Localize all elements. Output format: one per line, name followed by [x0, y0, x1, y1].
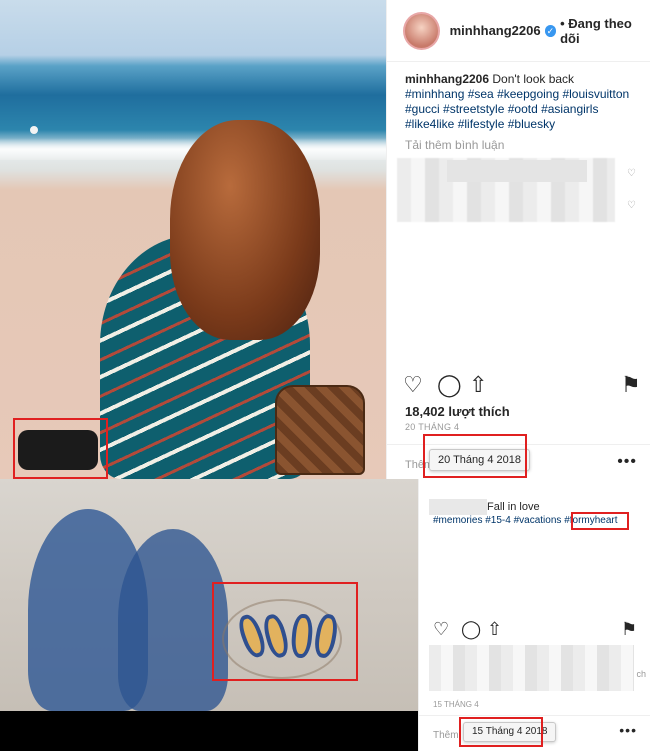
caption: minhhang2206 Don't look back #minhhang #… — [405, 72, 645, 132]
hair — [170, 120, 320, 340]
highlight-box-date — [459, 717, 543, 747]
like-heart-icon[interactable]: ♡ — [403, 372, 423, 398]
verified-badge-icon: ✓ — [544, 24, 557, 37]
hashtags-line-2[interactable]: #gucci #streetstyle #ootd #asiangirls — [405, 102, 598, 116]
caption-text: Don't look back — [492, 72, 575, 86]
hashtags-line-1[interactable]: #minhhang #sea #keepgoing #louisvuitton — [405, 87, 629, 101]
comment-icon[interactable]: ◯ — [437, 372, 462, 398]
blurred-username — [429, 499, 487, 515]
truncated-text: ch — [636, 669, 646, 679]
share-icon[interactable]: ⇧ — [469, 372, 487, 398]
bookmark-icon[interactable]: ⚑ — [621, 619, 637, 640]
swimmer — [30, 126, 38, 134]
like-heart-icon[interactable]: ♡ — [433, 619, 449, 640]
bookmark-icon[interactable]: ⚑ — [621, 372, 641, 398]
comment-like-heart-icon[interactable]: ♡ — [627, 200, 636, 211]
follow-status[interactable]: • Đang theo dõi — [560, 16, 650, 46]
hashtags-text[interactable]: #memories #15-4 #vacations — [433, 515, 561, 526]
blurred-comment-block — [447, 160, 587, 182]
handbag — [275, 385, 365, 475]
more-options-icon[interactable]: ••• — [617, 453, 637, 471]
hashtags-line-3[interactable]: #like4like #lifestyle #bluesky — [405, 117, 555, 131]
post-date[interactable]: 20 THÁNG 4 — [405, 422, 459, 432]
comment-icon[interactable]: ◯ — [461, 619, 481, 640]
highlight-box-date — [423, 434, 527, 478]
black-strip — [0, 711, 418, 751]
action-bar: ♡ ◯ ⇧ ⚑ — [433, 619, 643, 643]
caption-username[interactable]: minhhang2206 — [405, 72, 489, 86]
highlight-box-shoes — [13, 418, 108, 479]
post-date[interactable]: 15 THÁNG 4 — [433, 700, 479, 709]
comment-like-heart-icon[interactable]: ♡ — [627, 168, 636, 179]
action-bar: ♡ ◯ ⇧ ⚑ — [403, 372, 641, 400]
post-header: minhhang2206 ✓ • Đang theo dõi — [387, 0, 650, 62]
more-options-icon[interactable]: ••• — [619, 722, 637, 738]
post-side-panel: Fall in love #memories #15-4 #vacations … — [418, 479, 650, 751]
bottom-post: Fall in love #memories #15-4 #vacations … — [0, 479, 650, 751]
share-icon[interactable]: ⇧ — [487, 619, 502, 640]
likes-count[interactable]: 18,402 lượt thích — [405, 404, 510, 419]
highlight-box-hashtag — [571, 512, 629, 530]
username-link[interactable]: minhhang2206 — [450, 23, 541, 38]
comment-input[interactable]: Thêm — [433, 730, 459, 741]
caption-text: Fall in love — [487, 501, 540, 513]
avatar[interactable] — [403, 11, 440, 50]
top-post: minhhang2206 ✓ • Đang theo dõi minhhang2… — [0, 0, 650, 479]
post-photo-beach — [0, 0, 386, 479]
post-side-panel: minhhang2206 ✓ • Đang theo dõi minhhang2… — [386, 0, 650, 479]
highlight-box-sandals — [212, 582, 358, 681]
blurred-likes — [429, 645, 634, 691]
load-more-comments[interactable]: Tải thêm bình luận — [405, 138, 504, 152]
